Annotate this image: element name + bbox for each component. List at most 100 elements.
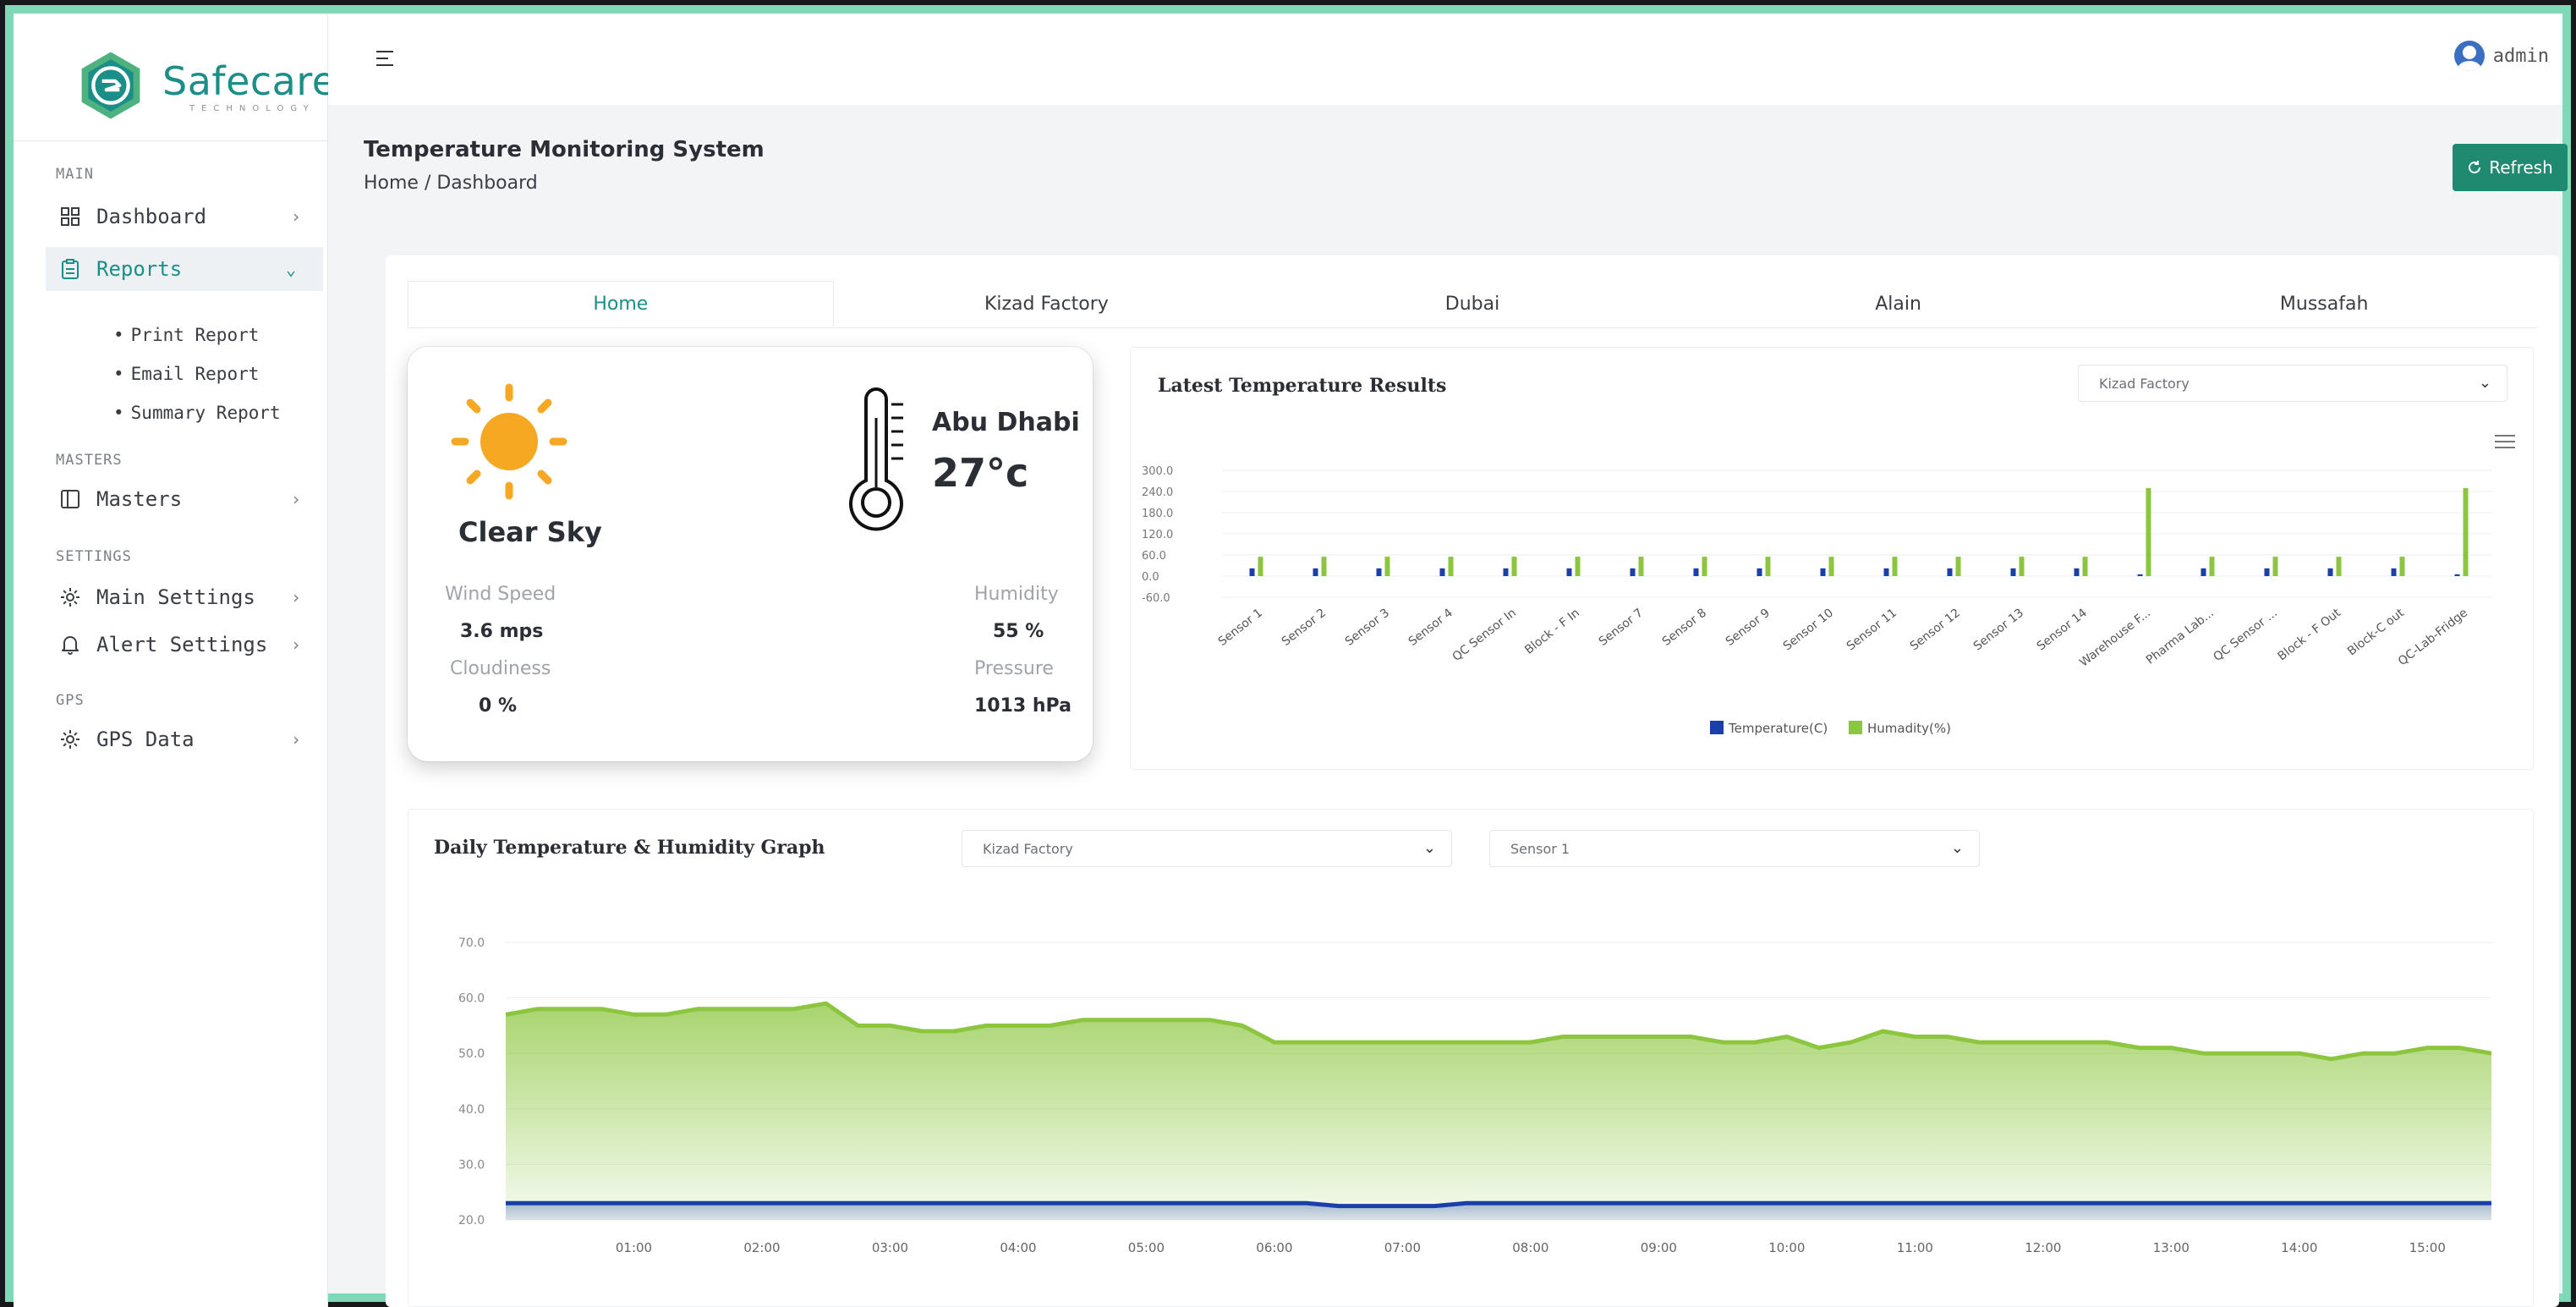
x-tick-label: 13:00: [2153, 1240, 2190, 1255]
x-tick-label: QC Sensor ...: [2211, 607, 2280, 665]
y-tick-label: 240.0: [1142, 486, 1173, 499]
sidebar-item-label: Masters: [96, 487, 183, 511]
wind-speed-value: 3.6 mps: [460, 621, 544, 642]
x-tick-label: Sensor 8: [1660, 607, 1709, 649]
chevron-right-icon: ›: [290, 587, 302, 607]
bar: [2327, 568, 2333, 576]
x-tick-label: 05:00: [1128, 1240, 1165, 1255]
bar: [2010, 568, 2016, 576]
bar: [2019, 557, 2025, 576]
bar: [1448, 557, 1454, 576]
tab-dubai[interactable]: Dubai: [1259, 281, 1685, 327]
top-bar: admin: [328, 14, 2562, 105]
sidebar-item-main-settings[interactable]: Main Settings ›: [59, 575, 328, 619]
brand-logo[interactable]: Safecare TECHNOLOGY: [74, 39, 337, 132]
tab-kizad-factory[interactable]: Kizad Factory: [834, 281, 1260, 327]
user-menu[interactable]: admin: [2453, 41, 2549, 71]
bar: [1566, 568, 1572, 576]
x-tick-label: 03:00: [872, 1240, 908, 1255]
bar: [2146, 487, 2151, 576]
breadcrumb: Home / Dashboard: [364, 173, 538, 194]
x-tick-label: QC-Lab-Fridge: [2396, 607, 2470, 669]
y-tick-label: 60.0: [458, 992, 485, 1006]
sun-icon: [451, 383, 567, 500]
bar: [1757, 568, 1762, 576]
bar: [1575, 557, 1581, 576]
pressure-label: Pressure: [974, 658, 1054, 679]
gear-icon: [59, 586, 81, 608]
x-tick-label: Sensor 7: [1597, 607, 1646, 649]
sidebar-item-label: GPS Data: [96, 728, 195, 751]
bar: [1883, 568, 1889, 576]
bar: [1638, 557, 1644, 576]
chart-menu-icon[interactable]: [2495, 433, 2515, 450]
bar: [1249, 568, 1255, 576]
tab-mussafah[interactable]: Mussafah: [2111, 281, 2537, 327]
x-tick-label: QC Sensor In: [1450, 607, 1519, 664]
wind-speed-label: Wind Speed: [445, 584, 556, 605]
bar: [2201, 568, 2206, 576]
bar: [1693, 568, 1699, 576]
bar: [2209, 557, 2215, 576]
bar: [1258, 557, 1263, 576]
bar: [2336, 557, 2342, 576]
y-tick-label: 30.0: [458, 1158, 485, 1172]
sidebar-item-label: Reports: [96, 257, 183, 281]
refresh-button[interactable]: Refresh: [2453, 144, 2568, 191]
sidebar-item-gps-data[interactable]: GPS Data ›: [59, 717, 328, 761]
x-tick-label: Sensor 11: [1844, 607, 1899, 654]
x-tick-label: Block - F Out: [2275, 606, 2343, 663]
x-tick-label: 14:00: [2281, 1240, 2317, 1255]
sidebar-subitem-email-report[interactable]: Email Report: [113, 364, 260, 384]
bar: [1765, 557, 1771, 576]
x-tick-label: Sensor 12: [1908, 607, 1963, 654]
sidebar-item-reports[interactable]: Reports ⌄: [46, 247, 323, 291]
brand-sub: TECHNOLOGY: [189, 103, 315, 113]
sidebar-item-masters[interactable]: Masters ›: [59, 477, 328, 521]
x-tick-label: 12:00: [2025, 1240, 2061, 1255]
bar: [2137, 574, 2143, 576]
sidebar-item-dashboard[interactable]: Dashboard ›: [59, 195, 328, 239]
refresh-icon: [2469, 161, 2481, 173]
x-tick-label: 09:00: [1641, 1240, 1677, 1255]
select-value: Sensor 1: [1510, 840, 1570, 857]
bar: [1384, 557, 1390, 576]
humidity-label: Humidity: [974, 584, 1059, 605]
brand-name: Safecare: [162, 58, 337, 104]
x-tick-label: 04:00: [1000, 1240, 1036, 1255]
bar: [1820, 568, 1826, 576]
menu-toggle-icon[interactable]: [375, 49, 394, 68]
x-tick-label: 02:00: [743, 1240, 780, 1255]
section-gps: GPS: [56, 692, 85, 709]
y-tick-label: 20.0: [458, 1214, 485, 1227]
chevron-down-icon: ⌄: [1422, 839, 1436, 857]
sidebar-subitem-summary-report[interactable]: Summary Report: [113, 403, 281, 423]
bar: [1313, 568, 1318, 576]
latest-site-select[interactable]: Kizad Factory ⌄: [2078, 365, 2507, 402]
daily-sensor-select[interactable]: Sensor 1 ⌄: [1489, 830, 1980, 867]
x-tick-label: Sensor 2: [1280, 607, 1329, 649]
cloudiness-value: 0 %: [479, 695, 518, 717]
weather-card: Clear Sky Abu Dhabi 27°c Wind Speed 3.6 …: [408, 347, 1093, 761]
tab-alain[interactable]: Alain: [1685, 281, 2112, 327]
humidity-value: 55 %: [993, 621, 1044, 642]
sidebar-item-alert-settings[interactable]: Alert Settings ›: [59, 623, 328, 667]
page-title: Temperature Monitoring System: [364, 137, 765, 162]
section-main: MAIN: [56, 166, 94, 183]
sidebar-subitem-print-report[interactable]: Print Report: [113, 325, 260, 345]
daily-site-select[interactable]: Kizad Factory ⌄: [962, 830, 1452, 867]
bar: [2399, 557, 2405, 576]
temperature-area: [506, 1203, 2491, 1220]
legend-swatch-humidity: [1849, 721, 1862, 734]
x-tick-label: 15:00: [2409, 1240, 2446, 1255]
refresh-label: Refresh: [2489, 157, 2553, 178]
bar: [1511, 557, 1517, 576]
x-tick-label: 08:00: [1512, 1240, 1548, 1255]
y-tick-label: -60.0: [1142, 592, 1170, 605]
bar: [1955, 557, 1961, 576]
sidebar: Safecare TECHNOLOGY MAIN Dashboard › Rep…: [14, 14, 336, 1307]
x-tick-label: Sensor 9: [1724, 607, 1773, 649]
bar: [2463, 487, 2469, 576]
tab-home[interactable]: Home: [408, 281, 834, 327]
x-tick-label: 06:00: [1256, 1240, 1292, 1255]
